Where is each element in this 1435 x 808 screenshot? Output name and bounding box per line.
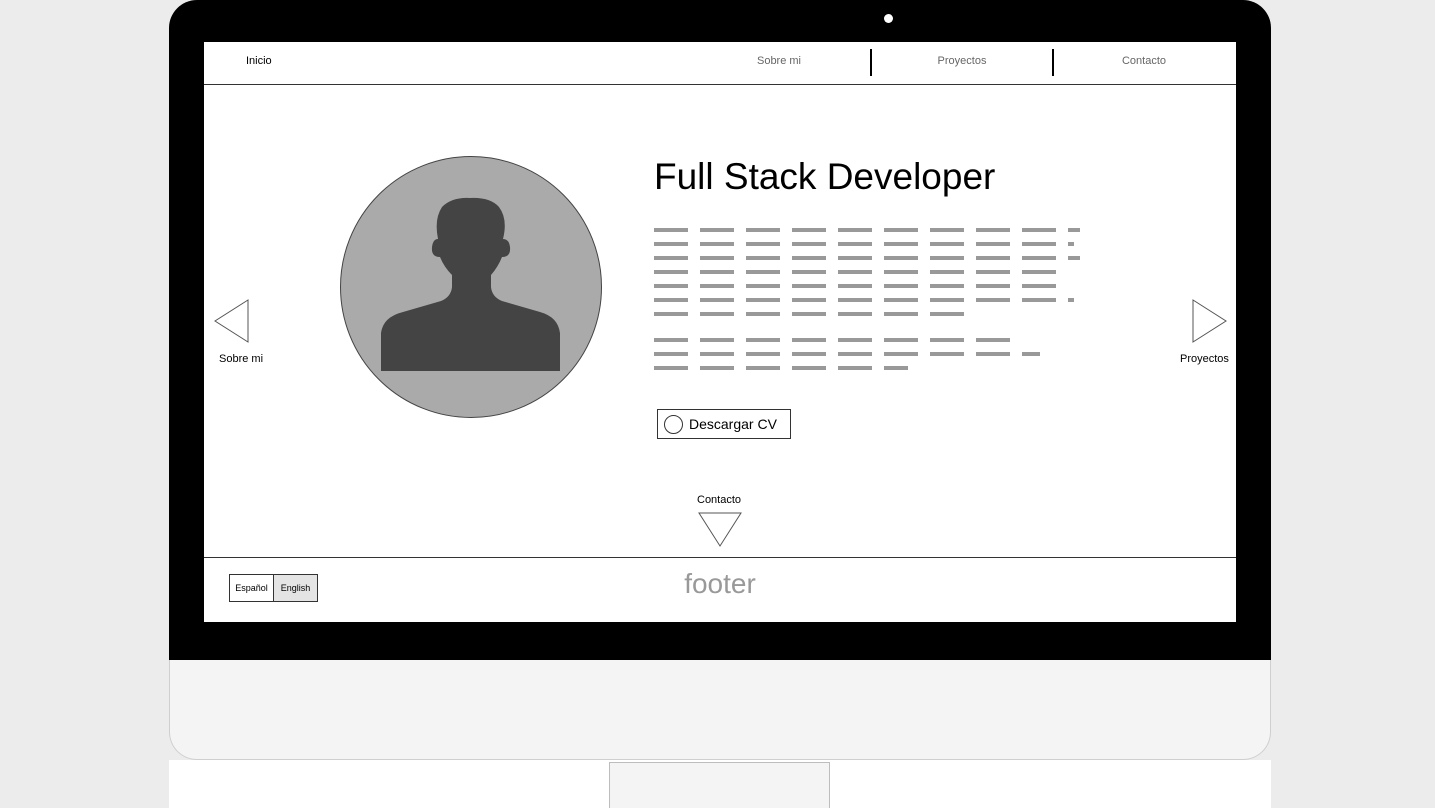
camera-icon — [884, 14, 893, 23]
text-line — [654, 366, 908, 370]
footer-text: footer — [684, 568, 756, 599]
text-line — [654, 298, 1074, 302]
navbar: Inicio Sobre mi Proyectos Contacto — [204, 42, 1236, 85]
text-line — [654, 312, 968, 316]
user-silhouette-icon — [381, 197, 560, 371]
text-line — [654, 338, 1020, 342]
text-line — [654, 284, 1066, 288]
lang-es-button[interactable]: Español — [229, 574, 274, 602]
text-line — [654, 270, 1068, 274]
arrow-left-icon[interactable] — [214, 299, 250, 343]
monitor-stand — [609, 762, 830, 808]
footer: footer Español English — [204, 557, 1236, 622]
arrow-right-icon[interactable] — [1191, 299, 1227, 343]
lang-en-button[interactable]: English — [273, 574, 318, 602]
download-cv-button[interactable]: Descargar CV — [657, 409, 791, 439]
screen: Inicio Sobre mi Proyectos Contacto Full … — [204, 42, 1236, 622]
nav-link-projects[interactable]: Proyectos — [902, 55, 1022, 67]
radio-circle-icon — [664, 414, 683, 434]
profile-avatar — [340, 156, 602, 418]
arrow-down-icon[interactable] — [698, 512, 742, 547]
nav-link-about[interactable]: Sobre mi — [719, 55, 839, 67]
nav-link-contact[interactable]: Contacto — [1084, 55, 1204, 67]
nav-divider — [870, 49, 872, 76]
text-line — [654, 242, 1074, 246]
text-line — [654, 352, 1040, 356]
text-line — [654, 256, 1080, 260]
download-cv-label: Descargar CV — [689, 416, 777, 432]
monitor-chin — [169, 660, 1271, 760]
arrow-right-label[interactable]: Proyectos — [1180, 353, 1229, 365]
hero-title: Full Stack Developer — [654, 156, 996, 197]
nav-home-link[interactable]: Inicio — [246, 55, 272, 67]
arrow-down-label[interactable]: Contacto — [697, 494, 741, 506]
arrow-left-label[interactable]: Sobre mi — [219, 353, 263, 365]
bio-text-placeholder — [654, 228, 1080, 380]
nav-divider — [1052, 49, 1054, 76]
text-line — [654, 228, 1080, 232]
desktop-mockup: Inicio Sobre mi Proyectos Contacto Full … — [0, 0, 1435, 808]
